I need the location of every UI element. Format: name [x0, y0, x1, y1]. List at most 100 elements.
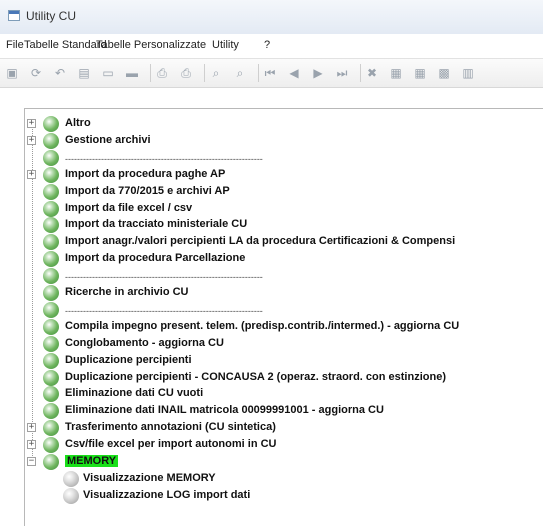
toolbar-separator [258, 64, 259, 82]
expand-icon[interactable]: + [27, 135, 36, 145]
grid-icon[interactable]: ▦ [412, 65, 428, 81]
tree-item-label: Gestione archivi [65, 133, 151, 146]
delete-icon[interactable]: ✖ [364, 65, 380, 81]
refresh-icon[interactable]: ⟳ [28, 65, 44, 81]
tree-item-import-da-file-excel-csv[interactable]: Import da file excel / csv [25, 200, 525, 217]
tree-item-import-da-procedura-parcellazione[interactable]: Import da procedura Parcellazione [25, 251, 525, 268]
tree-separator: ----------------------------------------… [25, 301, 525, 318]
gray-sphere-icon [63, 470, 79, 487]
tree-item-label: Duplicazione percipienti - CONCAUSA 2 (o… [65, 370, 446, 383]
find-icon[interactable]: ⌕ [208, 65, 224, 81]
gray-sphere-icon [63, 487, 79, 504]
menu-item-tabelle-personalizzate[interactable]: Tabelle Personalizzate [96, 39, 206, 51]
menu-item-utility[interactable]: Utility [212, 39, 239, 51]
next-icon[interactable]: ▶ [310, 65, 326, 81]
green-globe-icon [43, 234, 59, 251]
tree-item-label: Import da file excel / csv [65, 201, 193, 214]
green-globe-icon [43, 318, 59, 335]
green-globe-icon [43, 217, 59, 234]
app-window-icon [8, 10, 20, 21]
green-globe-icon [43, 116, 59, 132]
chart-icon[interactable]: ▤ [76, 65, 92, 81]
tree-item-label: Eliminazione dati CU vuoti [65, 387, 204, 400]
green-globe-icon [43, 352, 59, 369]
collapse-icon[interactable]: − [27, 457, 36, 466]
more-icon[interactable]: ▥ [460, 65, 476, 81]
print-icon[interactable]: ⎙ [154, 65, 170, 81]
tree-item-duplicazione-percipienti[interactable]: Duplicazione percipienti [25, 352, 525, 369]
tree-item-eliminazione-dati-cu-vuoti[interactable]: Eliminazione dati CU vuoti [25, 386, 525, 403]
tree-item-import-da-tracciato-ministeriale-cu[interactable]: Import da tracciato ministeriale CU [25, 217, 525, 234]
tree-item-gestione-archivi[interactable]: + Gestione archivi [25, 132, 525, 149]
menu-item-tabelle-standard[interactable]: Tabelle Standard [24, 39, 107, 51]
menu-bar: File Tabelle Standard Tabelle Personalizza… [0, 34, 543, 58]
menu-item-file[interactable]: File [6, 39, 24, 51]
tree-item-label: MEMORY [65, 455, 119, 467]
tree-item-trasferimento-annotazioni-cu-sintetica[interactable]: + Trasferimento annotazioni (CU sintetica… [25, 420, 525, 437]
tree-item-visualizzazione-memory[interactable]: Visualizzazione MEMORY [25, 470, 525, 487]
tree-item-label: Trasferimento annotazioni (CU sintetica) [65, 421, 276, 434]
tree-item-import-anagr-valori-percipienti-la-da-pr[interactable]: Import anagr./valori percipienti LA da p… [25, 234, 525, 251]
tree-item-conglobamento-aggiorna-cu[interactable]: Conglobamento - aggiorna CU [25, 335, 525, 352]
find-next-icon[interactable]: ⌕ [232, 65, 248, 81]
green-globe-icon [43, 132, 59, 149]
settings-icon[interactable]: ▩ [436, 65, 452, 81]
export-icon[interactable]: ▦ [388, 65, 404, 81]
save-icon[interactable]: ▣ [4, 65, 20, 81]
tree-item-eliminazione-dati-inail-matricola-000999[interactable]: Eliminazione dati INAIL matricola 000999… [25, 403, 525, 420]
tree-item-label: Visualizzazione MEMORY [83, 471, 216, 484]
green-globe-icon [43, 420, 59, 437]
green-globe-icon [43, 149, 59, 166]
tree-item-csv-file-excel-per-import-autonomi-in-cu[interactable]: + Csv/file excel per import autonomi in C… [25, 437, 525, 454]
menu-item-help[interactable]: ? [264, 39, 270, 51]
expand-icon[interactable]: + [27, 423, 36, 433]
green-globe-icon [43, 386, 59, 403]
toolbar-separator [150, 64, 151, 82]
tree-item-ricerche-in-archivio-cu[interactable]: Ricerche in archivio CU [25, 285, 525, 301]
tree-item-label: Import da tracciato ministeriale CU [65, 218, 248, 231]
undo-icon[interactable]: ↶ [52, 65, 68, 81]
tree-item-label: Csv/file excel per import autonomi in CU [65, 438, 277, 451]
tree-item-label: Import da procedura Parcellazione [65, 252, 246, 265]
expand-icon[interactable]: + [27, 169, 36, 179]
expand-icon[interactable]: + [27, 440, 36, 450]
tree-item-label: Import anagr./valori percipienti LA da p… [65, 235, 456, 248]
window-title: Utility CU [26, 9, 76, 23]
prev-icon[interactable]: ◀ [286, 65, 302, 81]
toolbar-separator [204, 64, 205, 82]
tree-item-label: Conglobamento - aggiorna CU [65, 336, 224, 349]
tree-item-altro[interactable]: + Altro [25, 116, 525, 132]
tree-view[interactable]: + Altro + Gestione archivi -----------------… [24, 108, 543, 526]
tree-item-import-da-procedura-paghe-ap[interactable]: + Import da procedura paghe AP [25, 166, 525, 183]
title-bar: Utility CU [0, 0, 543, 35]
print-preview-icon[interactable]: ⎙ [178, 65, 194, 81]
tree-item-label: Altro [65, 117, 91, 129]
tree-item-label: Duplicazione percipienti [65, 353, 192, 366]
tree-item-visualizzazione-log-import-dati[interactable]: Visualizzazione LOG import dati [25, 487, 525, 504]
tree-item-label: Eliminazione dati INAIL matricola 000999… [65, 404, 384, 417]
green-globe-icon [43, 454, 59, 470]
tree-item-label: Import da 770/2015 e archivi AP [65, 184, 230, 197]
green-globe-icon [43, 403, 59, 420]
tree-item-duplicazione-percipienti-concausa-2-oper[interactable]: Duplicazione percipienti - CONCAUSA 2 (o… [25, 369, 525, 386]
green-globe-icon [43, 268, 59, 285]
expand-icon[interactable]: + [27, 119, 36, 128]
green-globe-icon [43, 183, 59, 200]
toolbar-separator [360, 64, 361, 82]
green-globe-icon [43, 285, 59, 301]
tree-item-memory[interactable]: − MEMORY [25, 454, 525, 470]
green-globe-icon [43, 437, 59, 454]
tree-item-label: Visualizzazione LOG import dati [83, 488, 251, 501]
last-icon[interactable]: ⏭ [334, 65, 350, 81]
new-icon[interactable]: ▭ [100, 65, 116, 81]
tree-item-label: Ricerche in archivio CU [65, 286, 189, 298]
tree-separator: ----------------------------------------… [25, 149, 525, 166]
tree-item-label: Import da procedura paghe AP [65, 167, 226, 180]
first-icon[interactable]: ⏮ [262, 65, 278, 81]
folder-icon[interactable]: ▬ [124, 65, 140, 81]
tree-item-import-da-770-2015-e-archivi-ap[interactable]: Import da 770/2015 e archivi AP [25, 183, 525, 200]
green-globe-icon [43, 301, 59, 318]
toolbar: ▣ ⟳ ↶ ▤ ▭ ▬ ⎙ ⎙ ⌕ ⌕ ⏮ ◀ ▶ ⏭ ✖ ▦ ▦ ▩ ▥ [0, 58, 543, 88]
tree-separator: ----------------------------------------… [25, 268, 525, 285]
tree-item-compila-impegno-present-telem-predisp-co[interactable]: Compila impegno present. telem. (predisp… [25, 318, 525, 335]
